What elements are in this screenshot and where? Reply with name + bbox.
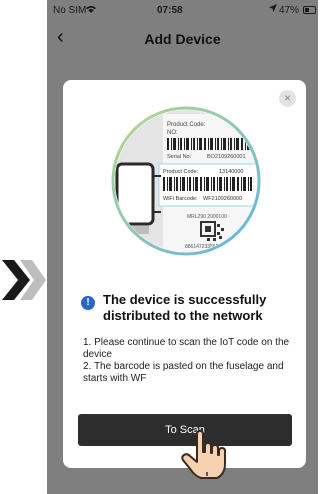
instruction-2: 2. The barcode is pasted on the fuselage… (83, 361, 284, 384)
success-dialog: × Product Code: NO: Serial No: BO2109260… (63, 80, 306, 479)
battery-icon (303, 6, 316, 14)
product-code-label-1: Product Code: (167, 122, 206, 128)
no-label: NO: (167, 130, 178, 136)
close-icon[interactable]: × (279, 90, 296, 107)
status-bar: No SIM 07:58 47% (47, 0, 318, 22)
wifi-barcode-label: WiFi Barcode: (163, 196, 198, 202)
clock: 07:58 (157, 5, 183, 16)
double-chevron-right-icon (2, 260, 46, 300)
instruction-1: 1. Please continue to scan the IoT code … (83, 337, 290, 360)
location-icon (269, 4, 277, 15)
wifi-barcode-value: WF2109260000 (203, 196, 242, 202)
mrl-label: MRL290 2000100 (187, 214, 227, 220)
pointing-hand-icon (181, 430, 226, 479)
product-code-value: 13140000 (219, 169, 243, 175)
barcode-illustration: Product Code: NO: Serial No: BO210926000… (111, 106, 261, 256)
serial-value: BO2109260001 (207, 154, 246, 160)
phone-screen: No SIM 07:58 47% ‹ Add Device × Product … (47, 0, 318, 494)
page-title: Add Device (144, 31, 221, 47)
battery-percent: 47% (279, 5, 300, 16)
nav-header: ‹ Add Device (47, 22, 318, 58)
instructions: 1. Please continue to scan the IoT code … (83, 337, 298, 385)
carrier-label: No SIM (53, 5, 87, 16)
serial-label: Serial No: (167, 154, 192, 160)
headline-text: The device is successfully distributed t… (103, 292, 267, 323)
info-icon: ! (81, 296, 95, 310)
product-code-label-2: Product Code: (163, 169, 199, 175)
wifi-icon (85, 5, 97, 17)
